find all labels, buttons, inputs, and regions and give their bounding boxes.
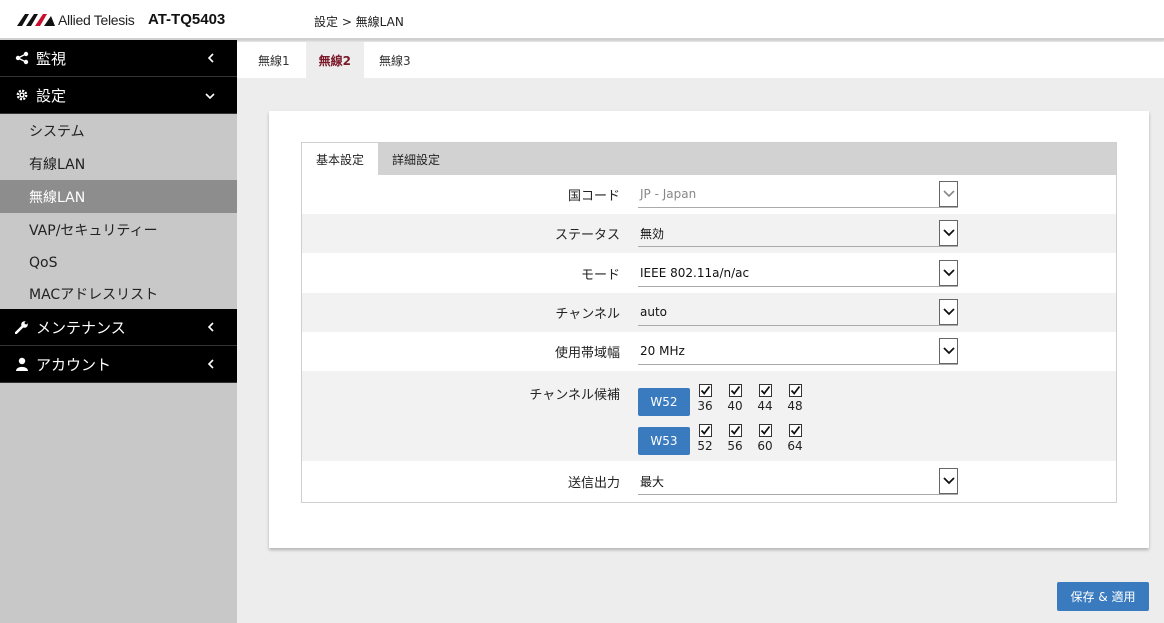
w53-button[interactable]: W53 <box>638 427 690 455</box>
sidebar-item-wireless-lan[interactable]: 無線LAN <box>0 180 237 213</box>
share-icon <box>14 50 30 66</box>
tab-basic-settings[interactable]: 基本設定 <box>302 143 379 175</box>
chevron-left-icon <box>207 52 215 66</box>
sidebar-item-mac-address-list[interactable]: MACアドレスリスト <box>0 279 237 309</box>
sidebar-item-account[interactable]: アカウント <box>0 346 237 383</box>
status-row: ステータス 無効 <box>302 214 1116 253</box>
channel-row: チャンネル auto <box>302 293 1116 332</box>
channel-number: 56 <box>727 439 743 453</box>
channel-52[interactable]: 52 <box>690 424 720 453</box>
channel-candidates-row: チャンネル候補 W52 36 40 44 48 W53 52 56 60 64 <box>302 371 1116 461</box>
chevron-down-icon <box>939 468 958 494</box>
radio-tabs: 無線1 無線2 無線3 <box>237 42 1164 78</box>
mode-label: モード <box>580 267 620 283</box>
status-label: ステータス <box>554 228 620 243</box>
w53-channels: 52 56 60 64 <box>690 424 810 453</box>
channel-number: 36 <box>697 399 713 413</box>
save-apply-button[interactable]: 保存 & 適用 <box>1057 582 1149 611</box>
tx-power-value: 最大 <box>640 474 665 489</box>
wrench-icon <box>14 319 30 335</box>
tab-radio1[interactable]: 無線1 <box>237 42 306 78</box>
checkbox-checked-icon[interactable] <box>698 424 712 437</box>
sidebar-item-settings[interactable]: 設定 <box>0 77 237 114</box>
checkbox-checked-icon[interactable] <box>788 424 802 437</box>
mode-row: モード IEEE 802.11a/n/ac <box>302 253 1116 293</box>
model-name: AT-TQ5403 <box>148 11 226 28</box>
channel-number: 52 <box>697 439 713 453</box>
channel-64[interactable]: 64 <box>780 424 810 453</box>
channel-56[interactable]: 56 <box>720 424 750 453</box>
chevron-down-icon <box>939 338 958 364</box>
checkbox-checked-icon[interactable] <box>758 384 772 397</box>
settings-card: 基本設定 詳細設定 国コード JP - Japan ステータス 無効 モード I… <box>269 111 1149 548</box>
brand-logo: Allied Telesis <box>17 12 135 28</box>
sidebar-item-monitor[interactable]: 監視 <box>0 40 237 77</box>
breadcrumb: 設定 > 無線LAN <box>314 15 404 29</box>
tx-power-label: 送信出力 <box>567 476 620 491</box>
tab-radio3[interactable]: 無線3 <box>364 42 427 78</box>
chevron-down-icon <box>939 259 958 286</box>
checkbox-checked-icon[interactable] <box>728 384 742 397</box>
sidebar-item-wired-lan[interactable]: 有線LAN <box>0 147 237 180</box>
settings-tabs: 基本設定 詳細設定 <box>302 143 1116 175</box>
chevron-down-icon <box>205 89 215 103</box>
channel-number: 64 <box>787 439 803 453</box>
chevron-down-icon <box>939 181 958 207</box>
sidebar-item-qos[interactable]: QoS <box>0 246 237 279</box>
country-row: 国コード JP - Japan <box>302 175 1116 214</box>
sidebar: 監視 設定 システム 有線LAN 無線LAN VAP/セキュリティー QoS M… <box>0 40 237 623</box>
bandwidth-value: 20 MHz <box>640 344 685 358</box>
channel-number: 40 <box>727 399 743 413</box>
country-label: 国コード <box>567 189 620 204</box>
channel-number: 44 <box>757 399 773 413</box>
mode-select[interactable]: IEEE 802.11a/n/ac <box>638 259 958 287</box>
logo-text: Allied Telesis <box>58 12 135 28</box>
channel-select[interactable]: auto <box>638 299 958 326</box>
chevron-left-icon <box>207 321 215 335</box>
channel-candidates-label: チャンネル候補 <box>529 388 620 403</box>
sidebar-item-label: 監視 <box>36 49 67 68</box>
settings-panel: 基本設定 詳細設定 国コード JP - Japan ステータス 無効 モード I… <box>301 142 1117 503</box>
checkbox-checked-icon[interactable] <box>728 424 742 437</box>
mode-value: IEEE 802.11a/n/ac <box>640 265 750 280</box>
channel-48[interactable]: 48 <box>780 384 810 413</box>
tab-advanced-settings[interactable]: 詳細設定 <box>378 143 454 175</box>
channel-number: 60 <box>757 439 773 453</box>
bandwidth-select[interactable]: 20 MHz <box>638 338 958 365</box>
channel-60[interactable]: 60 <box>750 424 780 453</box>
tx-power-select[interactable]: 最大 <box>638 468 958 495</box>
chevron-left-icon <box>207 358 215 372</box>
checkbox-checked-icon[interactable] <box>758 424 772 437</box>
w52-button[interactable]: W52 <box>638 388 690 416</box>
checkbox-checked-icon[interactable] <box>698 384 712 397</box>
sidebar-item-vap-security[interactable]: VAP/セキュリティー <box>0 213 237 246</box>
gear-icon <box>14 87 30 103</box>
tab-radio2[interactable]: 無線2 <box>305 42 364 78</box>
channel-40[interactable]: 40 <box>720 384 750 413</box>
header: Allied Telesis AT-TQ5403 設定 > 無線LAN <box>0 0 1164 40</box>
channel-label: チャンネル <box>555 307 620 322</box>
country-value: JP - Japan <box>640 187 697 201</box>
allied-telesis-logo-icon <box>17 14 55 26</box>
bandwidth-row: 使用帯域幅 20 MHz <box>302 332 1116 371</box>
status-value: 無効 <box>640 226 665 241</box>
chevron-down-icon <box>939 299 958 325</box>
sidebar-item-label: メンテナンス <box>36 318 126 337</box>
user-icon <box>14 356 30 372</box>
sidebar-item-system[interactable]: システム <box>0 114 237 147</box>
channel-44[interactable]: 44 <box>750 384 780 413</box>
channel-36[interactable]: 36 <box>690 384 720 413</box>
channel-number: 48 <box>787 399 803 413</box>
status-select[interactable]: 無効 <box>638 220 958 247</box>
sidebar-item-label: 設定 <box>36 86 67 105</box>
sidebar-item-label: アカウント <box>36 355 112 374</box>
checkbox-checked-icon[interactable] <box>788 384 802 397</box>
w52-channels: 36 40 44 48 <box>690 384 810 413</box>
channel-value: auto <box>640 305 668 319</box>
chevron-down-icon <box>939 220 958 246</box>
country-select[interactable]: JP - Japan <box>638 181 958 208</box>
bandwidth-label: 使用帯域幅 <box>554 346 620 361</box>
tx-power-row: 送信出力 最大 <box>302 461 1116 502</box>
sidebar-item-maintenance[interactable]: メンテナンス <box>0 309 237 346</box>
